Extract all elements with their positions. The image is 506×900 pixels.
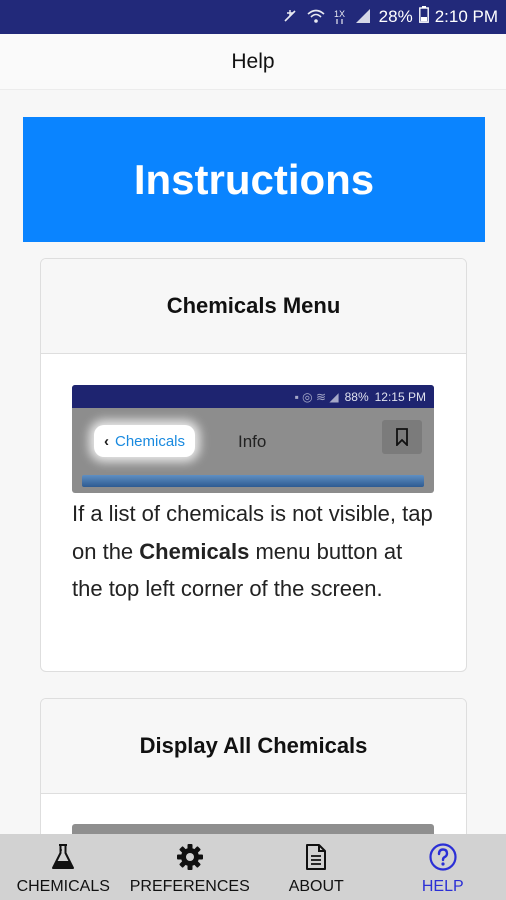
nav-item-preferences[interactable]: PREFERENCES (127, 834, 254, 900)
nav-item-help[interactable]: HELP (380, 834, 506, 900)
instruction-text: If a list of chemicals is not visible, t… (72, 495, 435, 608)
instructions-banner: Instructions (23, 117, 485, 242)
status-icons: 1X (282, 8, 371, 27)
card-title: Display All Chemicals (139, 733, 368, 758)
example-title: Info (238, 432, 267, 451)
bookmark-icon (382, 420, 422, 454)
chevron-left-icon: ‹ (104, 432, 109, 450)
clock: 2:10 PM (434, 7, 498, 26)
help-card-chemicals-menu: Chemicals Menu ▪ ◎ ≋ ◢ 88% 12:15 PM ‹ Ch… (40, 258, 467, 672)
example-time: 12:15 PM (374, 389, 426, 404)
example-back-button: ‹ Chemicals (94, 425, 196, 457)
wifi-icon (307, 8, 325, 27)
nav-label: ABOUT (288, 878, 344, 895)
example-list-strip (82, 475, 424, 487)
document-icon (305, 842, 327, 872)
bottom-nav: CHEMICALS PREFERENCES ABOUT HELP (0, 834, 506, 900)
example-battery: 88% (344, 389, 369, 404)
data-indicator-icon: 1X (334, 8, 346, 27)
nav-label: HELP (421, 878, 464, 895)
cell-signal-icon (355, 8, 371, 27)
banner-title: Instructions (133, 155, 375, 203)
instruction-text-bold: Chemicals (139, 538, 250, 564)
app-header: Help (0, 34, 506, 90)
status-bar: 1X 28% 2:10 PM (0, 0, 506, 34)
page-title: Help (231, 49, 275, 73)
svg-text:1X: 1X (334, 9, 345, 19)
flask-icon (48, 842, 78, 872)
card-header: Display All Chemicals (41, 699, 466, 794)
help-circle-icon (428, 842, 458, 872)
example-status-bar: ▪ ◎ ≋ ◢ 88% 12:15 PM (72, 385, 434, 408)
signal-off-icon (282, 8, 298, 27)
battery-percent: 28% (378, 7, 413, 26)
card-title: Chemicals Menu (166, 293, 341, 318)
nav-item-about[interactable]: ABOUT (253, 834, 380, 900)
example-screenshot: ▪ ◎ ≋ ◢ 88% 12:15 PM ‹ Chemicals Info (72, 385, 434, 493)
card-header: Chemicals Menu (41, 259, 466, 354)
nav-item-chemicals[interactable]: CHEMICALS (0, 834, 127, 900)
gear-icon (176, 842, 204, 872)
nav-label: CHEMICALS (16, 878, 110, 895)
example-status-icons: ▪ ◎ ≋ ◢ (294, 389, 339, 404)
card-body: ▪ ◎ ≋ ◢ 88% 12:15 PM ‹ Chemicals Info If… (41, 385, 466, 608)
example-nav-bar: ‹ Chemicals Info (72, 408, 434, 470)
battery-icon (418, 6, 429, 28)
nav-label: PREFERENCES (129, 878, 250, 895)
example-back-label: Chemicals (115, 432, 186, 450)
